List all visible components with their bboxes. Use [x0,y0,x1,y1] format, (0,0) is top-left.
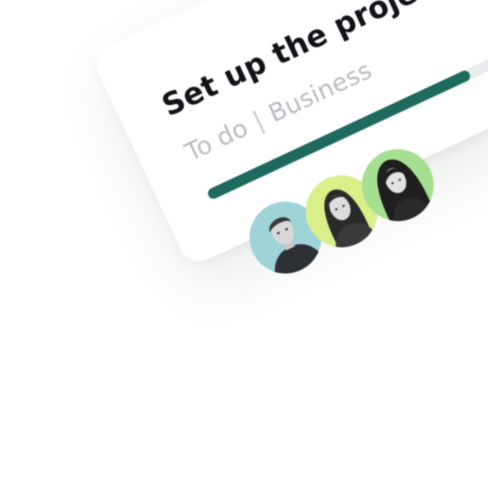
meta-separator: | [248,105,269,136]
task-card[interactable]: Set up the project To do|Business [90,0,488,286]
canvas: Set up the project To do|Business [0,0,488,490]
task-status: To do [180,113,253,167]
assignee-avatars [238,149,437,286]
